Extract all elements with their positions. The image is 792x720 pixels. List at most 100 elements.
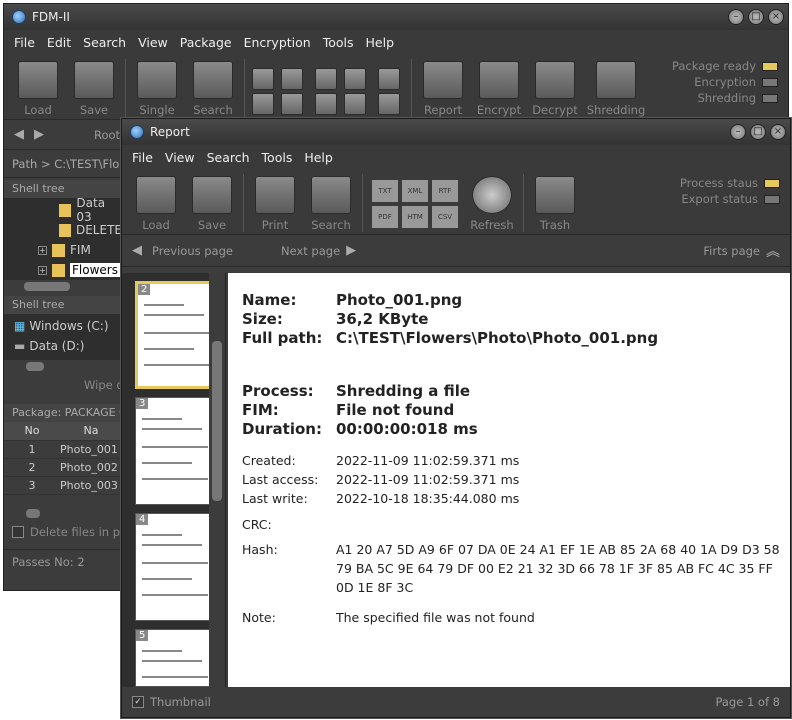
horizontal-scrollbar[interactable] xyxy=(4,506,122,519)
thumbnail-page[interactable]: 2 xyxy=(135,281,219,389)
load-icon xyxy=(18,61,58,99)
thumb-line xyxy=(144,314,204,316)
thumbnail-checkbox[interactable]: ✓ xyxy=(132,696,144,708)
tree-item[interactable]: Data 03 xyxy=(4,196,122,224)
tool-icon[interactable] xyxy=(281,68,303,90)
rtf-export-icon[interactable]: RTF xyxy=(432,180,458,202)
decrypt-button[interactable]: Decrypt xyxy=(527,57,583,119)
main-title: FDM-II xyxy=(32,10,70,24)
scroll-thumb[interactable] xyxy=(26,362,44,371)
thumbnail-page[interactable]: 4 xyxy=(135,513,219,621)
save-button[interactable]: Save xyxy=(66,57,122,119)
back-arrow-icon[interactable]: ◀ xyxy=(14,127,24,142)
thumbnail-page[interactable]: 3 xyxy=(135,397,219,505)
root-label[interactable]: Root xyxy=(94,128,120,142)
last-access-key: Last access: xyxy=(242,472,319,487)
tool-icon[interactable] xyxy=(315,68,337,90)
tree-item[interactable]: DELETE xyxy=(4,220,122,240)
menu-edit[interactable]: Edit xyxy=(41,35,77,50)
table-row[interactable]: 3 Photo_003 xyxy=(4,476,122,495)
table-row[interactable]: 1 Photo_001 xyxy=(4,440,122,459)
csv-export-icon[interactable]: CSV xyxy=(432,206,458,228)
search-button[interactable]: Search xyxy=(185,57,241,119)
col-no[interactable]: No xyxy=(4,422,60,441)
menu-tools[interactable]: Tools xyxy=(256,150,299,165)
htm-export-icon[interactable]: HTM xyxy=(402,206,428,228)
tool-icon[interactable] xyxy=(378,93,400,115)
maximize-button[interactable]: □ xyxy=(750,124,766,140)
forward-arrow-icon[interactable]: ▶ xyxy=(34,127,44,142)
menu-package[interactable]: Package xyxy=(174,35,238,50)
menu-view[interactable]: View xyxy=(159,150,201,165)
menu-search[interactable]: Search xyxy=(77,35,132,50)
tool-icon[interactable] xyxy=(315,93,337,115)
load-button[interactable]: Load xyxy=(10,57,66,119)
report-label: Report xyxy=(423,103,463,117)
created-key: Created: xyxy=(242,453,296,468)
col-name[interactable]: Na xyxy=(60,422,122,441)
close-button[interactable]: × xyxy=(768,9,784,25)
encrypt-button[interactable]: Encrypt xyxy=(471,57,527,119)
next-arrow-icon[interactable]: ▶ xyxy=(346,243,356,258)
tool-icon[interactable] xyxy=(281,93,303,115)
drive-c[interactable]: ▦ Windows (C:) xyxy=(4,316,122,336)
expand-icon[interactable]: + xyxy=(38,245,47,255)
tool-icon[interactable] xyxy=(344,68,366,90)
menu-file[interactable]: File xyxy=(126,150,159,165)
save-button[interactable]: Save xyxy=(184,172,240,234)
horizontal-scrollbar[interactable] xyxy=(4,280,122,292)
scroll-thumb[interactable] xyxy=(212,341,222,501)
tree-item-label: FIM xyxy=(70,243,91,257)
menu-search[interactable]: Search xyxy=(201,150,256,165)
print-button[interactable]: Print xyxy=(247,172,303,234)
tree-item[interactable]: + Flowers xyxy=(4,260,122,280)
status-encryption: Encryption xyxy=(694,75,756,89)
first-page-button[interactable]: Firts page xyxy=(703,244,760,258)
minimize-button[interactable]: – xyxy=(728,9,744,25)
thumbnail-scrollbar[interactable] xyxy=(209,273,225,687)
tool-icon[interactable] xyxy=(252,93,274,115)
shredding-button[interactable]: Shredding xyxy=(583,57,649,119)
drive-d[interactable]: ▬ Data (D:) xyxy=(4,336,122,356)
refresh-button[interactable]: Refresh xyxy=(464,172,520,234)
menu-view[interactable]: View xyxy=(132,35,174,50)
menu-file[interactable]: File xyxy=(8,35,41,50)
load-button[interactable]: Load xyxy=(128,172,184,234)
search-label: Search xyxy=(311,218,351,232)
pdf-export-icon[interactable]: PDF xyxy=(372,206,398,228)
single-button[interactable]: Single xyxy=(129,57,185,119)
horizontal-scrollbar[interactable] xyxy=(4,360,122,372)
report-button[interactable]: Report xyxy=(415,57,471,119)
double-chevron-up-icon[interactable]: ︽ xyxy=(766,241,780,261)
report-titlebar: Report – □ × xyxy=(122,119,790,145)
status-process: Process staus xyxy=(679,176,758,190)
scroll-thumb[interactable] xyxy=(24,282,70,291)
maximize-button[interactable]: □ xyxy=(748,9,764,25)
checklist-icon[interactable] xyxy=(378,68,400,90)
search-button[interactable]: Search xyxy=(303,172,359,234)
thumbnail-number: 3 xyxy=(136,398,149,409)
previous-arrow-icon[interactable]: ◀ xyxy=(132,243,142,258)
tree-item-label: DELETE xyxy=(75,223,122,237)
table-row[interactable]: 2 Photo_002 xyxy=(4,458,122,477)
expand-icon[interactable]: + xyxy=(38,265,47,275)
xml-export-icon[interactable]: XML xyxy=(402,180,428,202)
minimize-button[interactable]: – xyxy=(730,124,746,140)
close-button[interactable]: × xyxy=(770,124,786,140)
binoculars-icon xyxy=(311,176,351,214)
thumbnail-page[interactable]: 5 xyxy=(135,629,219,687)
scroll-thumb[interactable] xyxy=(26,508,40,518)
tool-icon[interactable] xyxy=(252,68,274,90)
menu-tools[interactable]: Tools xyxy=(317,35,360,50)
menu-help[interactable]: Help xyxy=(298,150,339,165)
checkbox-icon[interactable] xyxy=(12,525,24,538)
trash-button[interactable]: Trash xyxy=(527,172,583,234)
next-page-button[interactable]: Next page xyxy=(281,244,340,258)
tree-item[interactable]: + FIM xyxy=(4,240,122,260)
thumb-line xyxy=(144,304,184,306)
previous-page-button[interactable]: Previous page xyxy=(152,244,233,258)
menu-encryption[interactable]: Encryption xyxy=(238,35,317,50)
txt-export-icon[interactable]: TXT xyxy=(372,180,398,202)
tool-icon[interactable] xyxy=(344,93,366,115)
menu-help[interactable]: Help xyxy=(360,35,401,50)
